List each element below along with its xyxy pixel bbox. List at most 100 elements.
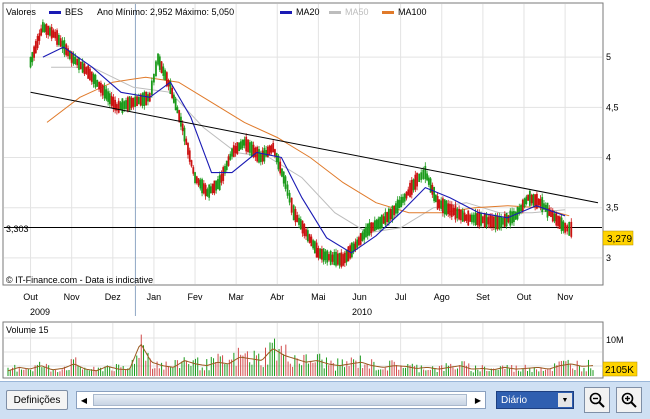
price-candle [125, 100, 127, 109]
price-candle [422, 169, 425, 179]
legend-bes-swatch [49, 11, 61, 14]
price-candle [101, 84, 104, 96]
price-candle [424, 165, 427, 180]
chevron-down-icon[interactable]: ▼ [558, 393, 572, 407]
price-candle [90, 71, 93, 82]
price-candle [483, 213, 486, 228]
legend-prefix: Valores [6, 7, 36, 17]
price-candle [94, 74, 97, 88]
price-candle [387, 208, 390, 223]
y-tick-label: 3,5 [606, 203, 619, 213]
price-candle [566, 225, 569, 232]
price-candle [143, 91, 146, 106]
price-candle [434, 194, 437, 203]
price-candle [281, 168, 283, 177]
price-candle [261, 150, 264, 162]
price-candle [534, 194, 537, 207]
price-candle [525, 196, 528, 204]
price-candle [45, 23, 48, 35]
x-tick-label: Jul [395, 292, 407, 302]
x-tick-label: Jun [352, 292, 367, 302]
scrollbar-thumb[interactable] [93, 394, 467, 406]
price-candle [294, 209, 297, 223]
price-candle [274, 149, 276, 156]
price-candle [296, 215, 299, 222]
price-candle [137, 97, 140, 105]
price-candle [449, 203, 451, 216]
price-candle [197, 178, 200, 186]
price-candle [513, 211, 515, 223]
price-candle [211, 183, 214, 194]
price-candle [232, 145, 235, 157]
price-candle [181, 123, 184, 132]
price-candle [231, 148, 233, 157]
x-tick-label: Jan [147, 292, 162, 302]
price-candle [31, 52, 34, 63]
price-candle [225, 160, 228, 170]
price-candle [119, 102, 122, 111]
price-candle [467, 210, 470, 226]
legend-ma20-swatch [280, 11, 292, 14]
price-candle [183, 127, 186, 142]
price-candle [476, 213, 479, 226]
price-candle [178, 110, 181, 122]
price-candle [96, 79, 99, 87]
price-candle [301, 220, 304, 234]
volume-badge: 2105K [605, 365, 634, 376]
price-candle [412, 179, 415, 191]
price-candle [398, 200, 401, 209]
price-candle [213, 180, 216, 194]
legend-ma100-swatch [382, 11, 394, 14]
price-candle [491, 215, 493, 228]
definitions-button[interactable]: Definições [6, 390, 68, 410]
price-candle [395, 203, 397, 214]
price-candle [440, 200, 443, 209]
price-candle [305, 229, 307, 237]
price-candle [164, 70, 166, 81]
price-candle [288, 192, 291, 203]
price-candle [469, 214, 471, 222]
y-tick-label: 4,5 [606, 102, 619, 112]
price-candle [558, 216, 561, 229]
price-candle [539, 198, 542, 207]
scroll-right-icon[interactable]: ▶ [471, 392, 485, 408]
price-candle [103, 86, 106, 99]
price-candle [465, 214, 468, 221]
price-candle [171, 87, 174, 99]
price-candle [358, 237, 360, 246]
price-candle [89, 68, 91, 81]
price-candle [315, 242, 318, 258]
price-candle [496, 215, 499, 230]
price-candle [52, 30, 55, 38]
price-candle [560, 217, 563, 232]
price-candle [47, 25, 50, 36]
price-candle [427, 177, 430, 185]
price-candle [450, 204, 453, 217]
price-candle [541, 197, 544, 213]
price-candle [259, 152, 262, 163]
price-candle [284, 176, 287, 189]
zoom-in-button[interactable] [616, 387, 642, 413]
price-candle [98, 81, 100, 90]
price-candle [384, 212, 387, 225]
zoom-out-button[interactable] [584, 387, 610, 413]
price-candle [548, 208, 551, 216]
price-candle [509, 210, 512, 226]
price-candle [76, 59, 79, 66]
price-candle [458, 208, 461, 220]
price-candle [336, 253, 339, 265]
timeline-scrollbar[interactable]: ◀ ▶ [76, 391, 486, 409]
price-candle [141, 93, 144, 106]
zoom-out-icon [589, 392, 605, 408]
price-candle [50, 27, 53, 39]
volume-axis-label: 10M [606, 335, 624, 345]
period-select[interactable]: Diário ▼ [496, 391, 574, 409]
price-candle [480, 213, 482, 226]
price-chart[interactable]: Valores BES Ano Mínimo: 2,952 Máximo: 5,… [0, 0, 650, 381]
price-candle [527, 194, 529, 201]
price-candle [126, 97, 129, 111]
price-candle [322, 248, 325, 262]
price-candle [241, 139, 244, 149]
scroll-left-icon[interactable]: ◀ [77, 392, 91, 408]
price-candle [204, 184, 207, 197]
